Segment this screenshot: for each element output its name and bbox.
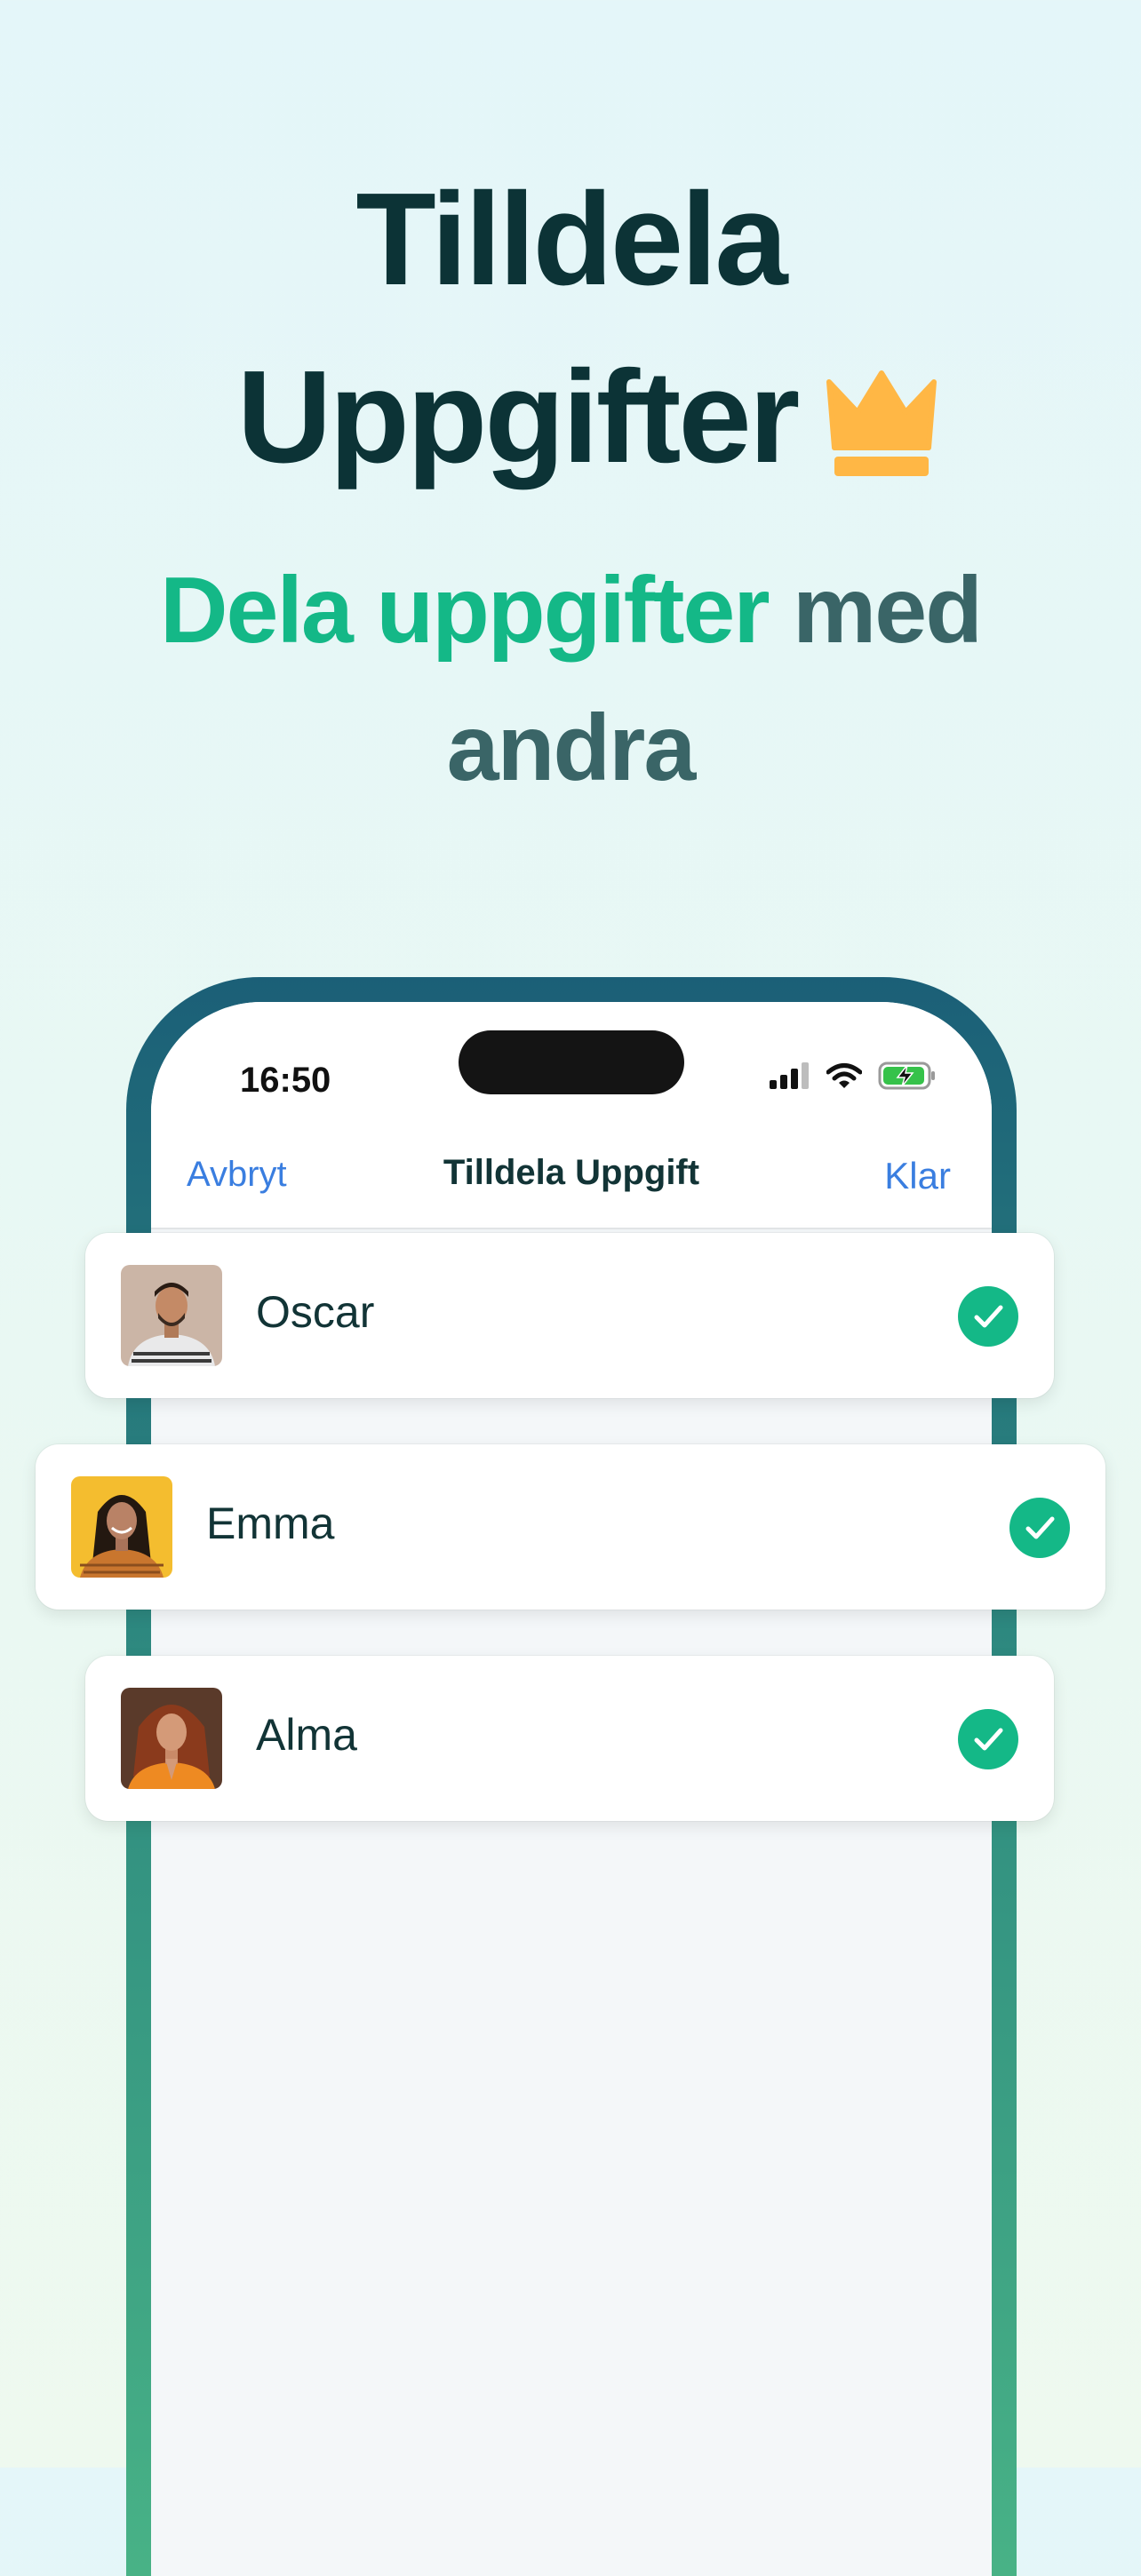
assignee-row-emma[interactable]: Emma: [36, 1444, 1105, 1610]
nav-bar: Avbryt Tilldela Uppgift Klar: [151, 1117, 992, 1229]
status-bar: 16:50: [151, 1002, 992, 1117]
assignee-name: Alma: [256, 1710, 357, 1760]
battery-charging-icon: [878, 1061, 937, 1094]
hero-title-line-2-wrap: Uppgifter: [18, 329, 1141, 524]
subtitle-rest: med: [768, 558, 983, 663]
checkmark-icon: [958, 1286, 1018, 1347]
done-button[interactable]: Klar: [884, 1155, 951, 1197]
hero-title-line-2: Uppgifter: [236, 344, 801, 490]
assignee-row-alma[interactable]: Alma: [85, 1656, 1054, 1821]
cellular-signal-icon: [770, 1061, 810, 1093]
avatar-emma: [71, 1476, 172, 1578]
assignee-name: Oscar: [256, 1287, 375, 1337]
avatar-alma: [121, 1688, 222, 1789]
assignee-row-oscar[interactable]: Oscar: [85, 1233, 1054, 1398]
hero-title: Tilldela Uppgifter: [0, 151, 1141, 524]
assignee-name: Emma: [206, 1499, 335, 1548]
subtitle-accent: Dela uppgifter: [159, 558, 770, 663]
wifi-icon: [826, 1062, 863, 1093]
checkmark-icon: [958, 1709, 1018, 1769]
checkmark-icon: [1009, 1498, 1070, 1558]
avatar-oscar: [121, 1265, 222, 1366]
subtitle-line-2: andra: [446, 696, 697, 800]
hero-title-line-1: Tilldela: [355, 166, 787, 313]
hero-subtitle: Dela uppgifter med andra: [0, 542, 1141, 817]
crown-icon: [824, 346, 939, 524]
status-time: 16:50: [240, 1061, 331, 1100]
nav-title: Tilldela Uppgift: [443, 1153, 700, 1192]
status-icons: [770, 1055, 937, 1100]
dynamic-island: [459, 1030, 684, 1094]
